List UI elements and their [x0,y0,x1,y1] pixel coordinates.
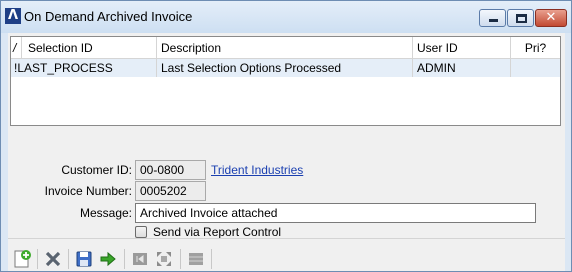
message-input[interactable]: Archived Invoice attached [135,203,536,223]
cell-pri [511,59,560,77]
column-header-user-id[interactable]: User ID [413,37,511,59]
save-icon[interactable] [74,249,94,269]
list-icon[interactable] [186,249,206,269]
minimize-button[interactable] [479,9,506,27]
minimize-icon [489,19,498,22]
maximize-button[interactable] [507,9,534,27]
grid-header: / Selection ID Description User ID Pri? [11,37,560,59]
maximize-icon [516,14,527,23]
toolbar-separator [68,249,69,269]
column-header-selection-id[interactable]: Selection ID [22,37,157,59]
cell-selection-id: !LAST_PROCESS [11,59,157,77]
invoice-number-field: 0005202 [135,181,206,201]
close-button[interactable]: ✕ [535,9,567,27]
sort-indicator-icon[interactable]: / [11,37,22,59]
title-bar[interactable]: Λ On Demand Archived Invoice ✕ [1,1,571,33]
toolbar [8,238,565,272]
close-icon: ✕ [545,10,557,25]
message-label: Message: [79,206,132,220]
window-title: On Demand Archived Invoice [24,9,193,24]
selection-grid[interactable]: / Selection ID Description User ID Pri? … [10,36,561,126]
customer-id-label: Customer ID: [61,163,132,177]
column-header-description[interactable]: Description [157,37,413,59]
new-icon[interactable] [12,249,32,269]
first-record-icon[interactable] [130,249,150,269]
invoice-number-label: Invoice Number: [44,184,132,198]
toolbar-separator [37,249,38,269]
toolbar-separator [124,249,125,269]
toolbar-separator [211,249,212,269]
customer-id-field: 00-0800 [135,160,206,180]
proceed-arrow-icon[interactable] [98,249,118,269]
expand-icon[interactable] [154,249,174,269]
delete-icon[interactable] [43,249,63,269]
dialog-body: / Selection ID Description User ID Pri? … [8,33,565,271]
table-row[interactable]: !LAST_PROCESS Last Selection Options Pro… [11,59,560,77]
cell-description: Last Selection Options Processed [157,59,413,77]
customer-name-link[interactable]: Trident Industries [211,163,303,177]
send-via-report-control-checkbox[interactable] [135,226,147,238]
app-logo-icon: Λ [5,8,21,24]
app-window: Λ On Demand Archived Invoice ✕ / Selecti… [0,0,572,272]
send-via-report-control-label[interactable]: Send via Report Control [153,225,281,239]
column-header-pri[interactable]: Pri? [511,37,560,59]
toolbar-separator [180,249,181,269]
cell-user-id: ADMIN [413,59,511,77]
